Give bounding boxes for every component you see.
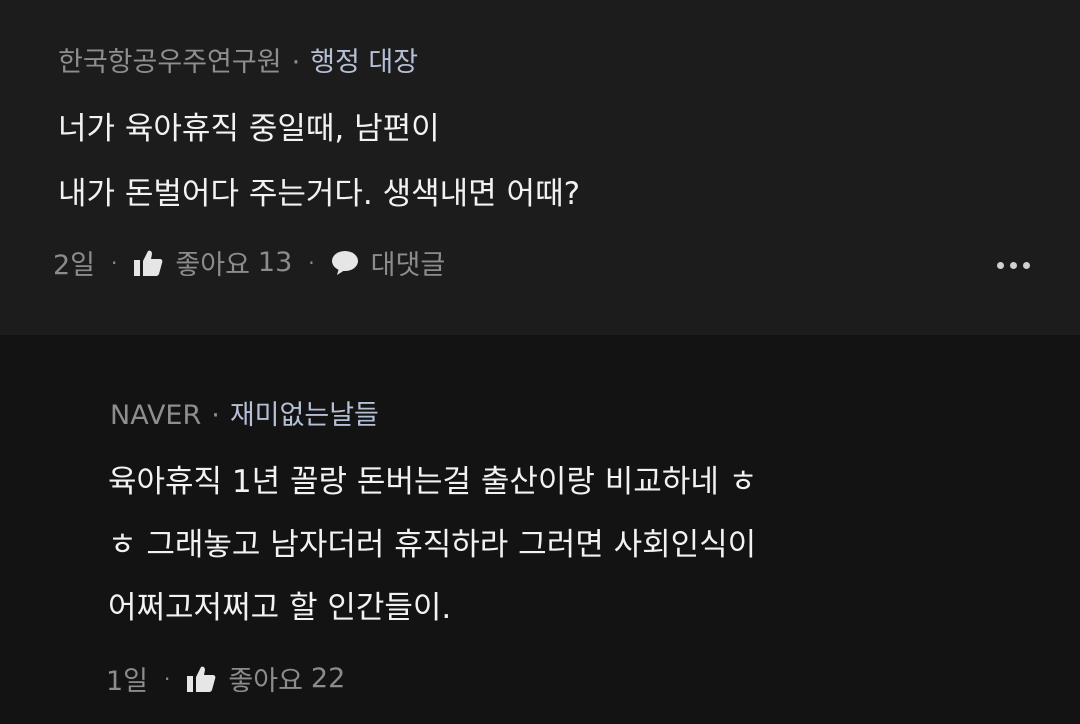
reply-card: NAVER · 재미없는날들 육아휴직 1년 꼴랑 돈버는걸 출산이랑 비교하네 ㅎ… <box>0 335 1080 724</box>
meta-separator: · <box>111 250 118 275</box>
comment-meta: 1일 · 좋아요 22 <box>106 659 345 698</box>
comment-time: 1일 <box>106 666 149 697</box>
comment-text-line: 내가 돈벌어다 주는거다. 생색내면 어때? <box>58 176 581 212</box>
comment-text-line: ㅎ 그래놓고 남자더러 휴직하라 그러면 사회인식이 <box>108 527 757 563</box>
comment-time: 2일 <box>53 250 96 281</box>
comment-text-line: 육아휴직 1년 꼴랑 돈버는걸 출산이랑 비교하네 ㅎ <box>108 464 758 500</box>
reply-button[interactable]: 대댓글 <box>371 243 446 282</box>
author-separator: · <box>211 400 220 431</box>
author-role: 재미없는날들 <box>229 400 379 431</box>
comment-text-line: 어쩌고저쩌고 할 인간들이. <box>108 590 452 626</box>
like-count: 13 <box>257 247 293 278</box>
author-company: 한국항공우주연구원 <box>58 47 282 78</box>
comment-card: 한국항공우주연구원 · 행정 대장 너가 육아휴직 중일때, 남편이 내가 돈벌어다… <box>0 0 1080 335</box>
comment-author[interactable]: 한국항공우주연구원 · 행정 대장 <box>58 40 418 79</box>
like-label[interactable]: 좋아요 <box>228 659 303 698</box>
comment-author[interactable]: NAVER · 재미없는날들 <box>110 393 379 432</box>
speech-bubble-icon[interactable] <box>331 250 359 276</box>
meta-separator: · <box>308 250 315 275</box>
like-label[interactable]: 좋아요 <box>175 243 250 282</box>
thumbs-up-icon[interactable] <box>133 249 163 277</box>
author-role: 행정 대장 <box>310 47 419 78</box>
author-separator: · <box>291 47 301 78</box>
thumbs-up-icon[interactable] <box>186 665 216 693</box>
more-horizontal-icon[interactable] <box>997 262 1030 269</box>
comment-text-line: 너가 육아휴직 중일때, 남편이 <box>58 111 440 147</box>
meta-separator: · <box>164 666 171 691</box>
author-company: NAVER <box>110 400 202 431</box>
like-count: 22 <box>310 663 346 694</box>
comment-meta: 2일 · 좋아요 13 · 대댓글 <box>53 243 445 282</box>
